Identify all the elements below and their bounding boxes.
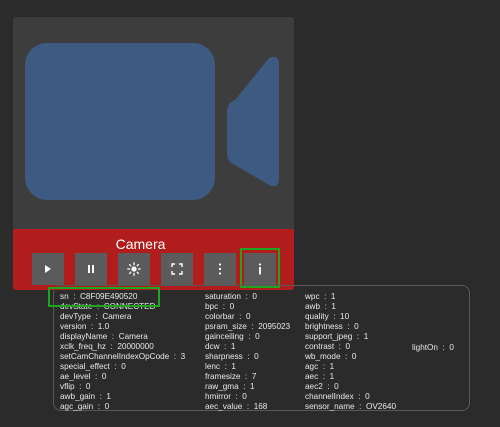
info-item-sensor-name: sensor_name : OV2640 <box>305 402 397 411</box>
brightness-icon <box>127 262 141 276</box>
serial-number-highlight <box>48 287 160 307</box>
info-item-awb: awb : 1 <box>305 302 336 311</box>
info-item-wb-mode: wb_mode : 0 <box>305 352 357 361</box>
more-vertical-icon <box>218 263 222 275</box>
info-item-hmirror: hmirror : 0 <box>205 392 247 401</box>
info-item-displayname: displayName : Camera <box>60 332 148 341</box>
info-item-dcw: dcw : 1 <box>205 342 236 351</box>
info-item-gainceiling: gainceiling : 0 <box>205 332 260 341</box>
info-item-bpc: bpc : 0 <box>205 302 235 311</box>
info-column-2: saturation : 0 bpc : 0 colorbar : 0 psra… <box>205 292 290 412</box>
info-item-sharpness: sharpness : 0 <box>205 352 259 361</box>
pause-icon <box>88 265 94 273</box>
info-item-wpc: wpc : 1 <box>305 292 336 301</box>
fullscreen-icon <box>171 263 183 275</box>
camera-title: Camera <box>115 236 166 252</box>
info-item-lighton: lightOn : 0 <box>412 343 454 352</box>
play-icon <box>45 265 51 273</box>
info-item-raw-gma: raw_gma : 1 <box>205 382 255 391</box>
info-item-vflip: vflip : 0 <box>60 382 91 391</box>
info-column-1: sn : C8F09E490520 devState : CONNECTED d… <box>60 292 185 412</box>
info-item-agc: agc : 1 <box>305 362 335 371</box>
info-item-contrast: contrast : 0 <box>305 342 351 351</box>
info-item-ae-level: ae_level : 0 <box>60 372 107 381</box>
info-item-aec2: aec2 : 0 <box>305 382 339 391</box>
brightness-button[interactable] <box>118 253 150 285</box>
info-item-lenc: lenc : 1 <box>205 362 236 371</box>
info-item-channelindex: channelIndex : 0 <box>305 392 370 401</box>
info-item-aec: aec : 1 <box>305 372 335 381</box>
info-item-psram-size: psram_size : 2095023 <box>205 322 291 331</box>
more-button[interactable] <box>204 253 236 285</box>
play-button[interactable] <box>32 253 64 285</box>
info-item-awb-gain: awb_gain : 1 <box>60 392 111 401</box>
info-item-special-effect: special_effect : 0 <box>60 362 126 371</box>
info-item-version: version : 1.0 <box>60 322 110 331</box>
fullscreen-button[interactable] <box>161 253 193 285</box>
info-item-colorbar: colorbar : 0 <box>205 312 251 321</box>
camera-icon <box>25 43 279 200</box>
info-item-devtype: devType : Camera <box>60 312 132 321</box>
pause-button[interactable] <box>75 253 107 285</box>
info-item-quality: quality : 10 <box>305 312 350 321</box>
info-column-3: wpc : 1 awb : 1 quality : 10 brightness … <box>305 292 396 412</box>
info-button-highlight <box>240 248 280 288</box>
info-item-aec-value: aec_value : 168 <box>205 402 268 411</box>
info-item-channel-opcode: setCamChannelIndexOpCode : 3 <box>60 352 186 361</box>
info-item-brightness: brightness : 0 <box>305 322 359 331</box>
info-item-saturation: saturation : 0 <box>205 292 257 301</box>
info-item-framesize: framesize : 7 <box>205 372 257 381</box>
info-item-agc-gain: agc_gain : 0 <box>60 402 110 411</box>
info-item-xclk-freq: xclk_freq_hz : 20000000 <box>60 342 154 351</box>
info-item-support-jpeg: support_jpeg : 1 <box>305 332 369 341</box>
